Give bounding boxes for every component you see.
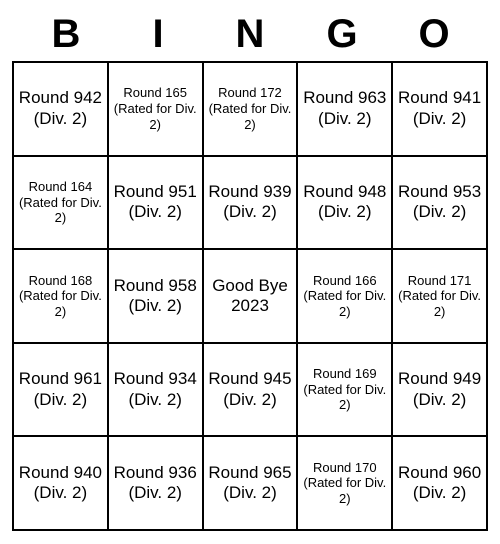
bingo-letter-n: N bbox=[204, 12, 296, 57]
bingo-cell[interactable]: Round 949 (Div. 2) bbox=[392, 343, 487, 437]
bingo-cell[interactable]: Round 169 (Rated for Div. 2) bbox=[297, 343, 392, 437]
bingo-letter-g: G bbox=[296, 12, 388, 57]
bingo-cell[interactable]: Round 961 (Div. 2) bbox=[13, 343, 108, 437]
bingo-cell[interactable]: Round 948 (Div. 2) bbox=[297, 156, 392, 250]
bingo-letter-b: B bbox=[20, 12, 112, 57]
bingo-grid: Round 942 (Div. 2)Round 165 (Rated for D… bbox=[12, 61, 488, 531]
bingo-cell[interactable]: Round 963 (Div. 2) bbox=[297, 62, 392, 156]
bingo-cell[interactable]: Round 165 (Rated for Div. 2) bbox=[108, 62, 203, 156]
bingo-cell[interactable]: Round 934 (Div. 2) bbox=[108, 343, 203, 437]
bingo-cell[interactable]: Round 941 (Div. 2) bbox=[392, 62, 487, 156]
bingo-cell[interactable]: Round 936 (Div. 2) bbox=[108, 436, 203, 530]
bingo-cell[interactable]: Round 164 (Rated for Div. 2) bbox=[13, 156, 108, 250]
bingo-cell[interactable]: Round 953 (Div. 2) bbox=[392, 156, 487, 250]
bingo-letter-i: I bbox=[112, 12, 204, 57]
bingo-cell[interactable]: Round 940 (Div. 2) bbox=[13, 436, 108, 530]
bingo-cell[interactable]: Round 958 (Div. 2) bbox=[108, 249, 203, 343]
bingo-cell[interactable]: Round 168 (Rated for Div. 2) bbox=[13, 249, 108, 343]
bingo-cell[interactable]: Round 939 (Div. 2) bbox=[203, 156, 298, 250]
bingo-cell[interactable]: Round 942 (Div. 2) bbox=[13, 62, 108, 156]
bingo-cell[interactable]: Round 170 (Rated for Div. 2) bbox=[297, 436, 392, 530]
bingo-cell[interactable]: Round 951 (Div. 2) bbox=[108, 156, 203, 250]
bingo-cell[interactable]: Good Bye 2023 bbox=[203, 249, 298, 343]
bingo-cell[interactable]: Round 965 (Div. 2) bbox=[203, 436, 298, 530]
bingo-cell[interactable]: Round 171 (Rated for Div. 2) bbox=[392, 249, 487, 343]
bingo-letter-o: O bbox=[388, 12, 480, 57]
bingo-cell[interactable]: Round 945 (Div. 2) bbox=[203, 343, 298, 437]
bingo-cell[interactable]: Round 166 (Rated for Div. 2) bbox=[297, 249, 392, 343]
bingo-cell[interactable]: Round 960 (Div. 2) bbox=[392, 436, 487, 530]
bingo-cell[interactable]: Round 172 (Rated for Div. 2) bbox=[203, 62, 298, 156]
bingo-header: B I N G O bbox=[12, 12, 488, 57]
